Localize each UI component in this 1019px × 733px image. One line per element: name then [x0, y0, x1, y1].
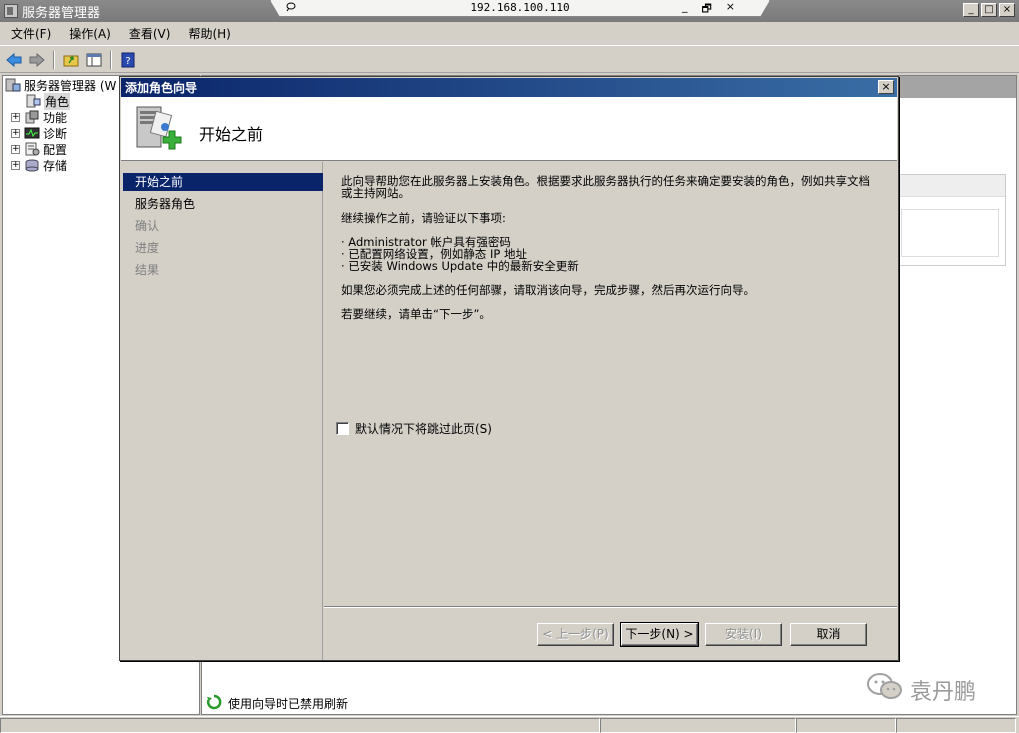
skip-page-option[interactable]: 默认情况下将跳过此页(S) [336, 420, 492, 437]
status-bar [0, 716, 1019, 733]
maximize-button[interactable]: □ [981, 3, 997, 17]
expand-icon[interactable]: + [11, 128, 20, 138]
app-title: 服务器管理器 [22, 5, 101, 21]
wizard-content: 此向导帮助您在此服务器上安装角色。根据要求此服务器执行的任务来确定要安装的角色，… [324, 162, 897, 606]
expand-icon[interactable]: + [11, 160, 20, 170]
page-title: 开始之前 [199, 125, 264, 144]
roles-icon [25, 94, 41, 108]
remote-restore-button[interactable]: 🗗 [701, 0, 711, 17]
intro-text: 此向导帮助您在此服务器上安装角色。根据要求此服务器执行的任务来确定要安装的角色，… [341, 174, 870, 200]
install-button[interactable]: 安装(I) [705, 623, 782, 646]
toolbar-separator [53, 50, 55, 69]
tree-item-storage[interactable]: + 存储 [11, 157, 67, 173]
step-results: 结果 [135, 263, 160, 277]
skip-page-label[interactable]: 默认情况下将跳过此页(S) [355, 420, 492, 437]
tree-item-label: 配置 [43, 142, 68, 157]
back-arrow-icon[interactable] [4, 50, 24, 70]
step-progress: 进度 [135, 241, 160, 255]
details-section-body [901, 209, 999, 257]
status-cell [796, 718, 896, 733]
menu-view[interactable]: 查看(V) [120, 25, 180, 42]
cancel-button[interactable]: 取消 [790, 623, 867, 646]
configuration-icon [24, 142, 40, 156]
refresh-disabled-text: 使用向导时已禁用刷新 [228, 697, 349, 711]
tree-item-label: 角色 [44, 92, 71, 110]
wizard-footer: < 上一步(P) 下一步(N) > 安装(I) 取消 [324, 606, 897, 660]
tree-item-roles[interactable]: 角色 [25, 92, 71, 110]
step-confirmation: 确认 [135, 219, 160, 233]
prerequisite-list: · Administrator 帐户具有强密码 · 已配置网络设置，例如静态 I… [341, 236, 579, 272]
dialog-header: 开始之前 [121, 97, 897, 161]
continue-note: 若要继续，请单击“下一步”。 [341, 307, 491, 321]
tree-root-label: 服务器管理器 (W [24, 78, 117, 93]
status-cell [896, 718, 1016, 733]
verify-text: 继续操作之前，请验证以下事项: [341, 211, 506, 225]
dialog-titlebar[interactable]: 添加角色向导 × [121, 78, 897, 97]
server-manager-icon [5, 78, 21, 92]
refresh-status: 使用向导时已禁用刷新 [206, 694, 348, 713]
tree-item-configuration[interactable]: + 配置 [11, 141, 67, 157]
close-button[interactable]: × [999, 3, 1015, 17]
tree-item-label: 诊断 [43, 126, 68, 141]
status-cell [600, 718, 796, 733]
dialog-title: 添加角色向导 [125, 81, 198, 95]
features-icon [24, 110, 40, 124]
server-manager-icon [4, 4, 18, 18]
tree-root[interactable]: 服务器管理器 (W [5, 77, 116, 93]
toolbar: ? [0, 47, 1019, 73]
step-server-roles[interactable]: 服务器角色 [123, 195, 323, 213]
expand-icon[interactable]: + [11, 112, 20, 122]
tree-item-diagnostics[interactable]: + 诊断 [11, 125, 67, 141]
tree-item-label: 功能 [43, 110, 68, 125]
toolbar-separator [110, 50, 112, 69]
details-section-header [893, 175, 1005, 197]
cancel-note: 如果您必须完成上述的任何部骤，请取消该向导，完成步骤，然后再次运行向导。 [341, 283, 755, 297]
forward-arrow-icon[interactable] [27, 50, 47, 70]
help-icon[interactable]: ? [118, 50, 138, 70]
wizard-steps-nav: 开始之前 服务器角色 确认 进度 结果 [121, 162, 323, 660]
previous-button[interactable]: < 上一步(P) [537, 623, 614, 646]
tree-item-label: 存储 [43, 158, 68, 173]
menu-action[interactable]: 操作(A) [60, 25, 120, 42]
remote-connection-bar: 192.168.100.110 _ 🗗 × [270, 0, 770, 17]
status-cell [0, 718, 600, 733]
watermark-text: 袁丹鹏 [910, 680, 977, 705]
step-before-you-begin[interactable]: 开始之前 [123, 173, 323, 191]
wechat-icon [866, 672, 904, 708]
svg-text:?: ? [125, 56, 130, 67]
dialog-close-button[interactable]: × [878, 80, 894, 94]
refresh-icon [206, 694, 222, 713]
diagnostics-icon [24, 126, 40, 140]
remote-minimize-button[interactable]: _ [682, 0, 688, 17]
add-role-server-icon [133, 103, 185, 155]
remote-close-button[interactable]: × [726, 0, 735, 17]
menubar: 文件(F) 操作(A) 查看(V) 帮助(H) [0, 22, 1019, 46]
storage-icon [24, 158, 40, 172]
add-roles-wizard-dialog: 添加角色向导 × 开始之前 开始之前 服务器角色 确认 进度 结果 此向导帮助您… [119, 76, 899, 661]
minimize-button[interactable]: _ [963, 3, 979, 17]
expand-icon[interactable]: + [11, 144, 20, 154]
details-section [892, 174, 1006, 266]
up-folder-icon[interactable] [61, 50, 81, 70]
prerequisite-item: · 已安装 Windows Update 中的最新安全更新 [341, 259, 579, 273]
next-button[interactable]: 下一步(N) > [620, 622, 699, 647]
skip-page-checkbox[interactable] [336, 422, 349, 435]
show-hide-console-icon[interactable] [84, 50, 104, 70]
tree-item-features[interactable]: + 功能 [11, 109, 67, 125]
menu-help[interactable]: 帮助(H) [179, 25, 239, 42]
watermark: 袁丹鹏 [866, 672, 976, 708]
menu-file[interactable]: 文件(F) [2, 25, 60, 42]
